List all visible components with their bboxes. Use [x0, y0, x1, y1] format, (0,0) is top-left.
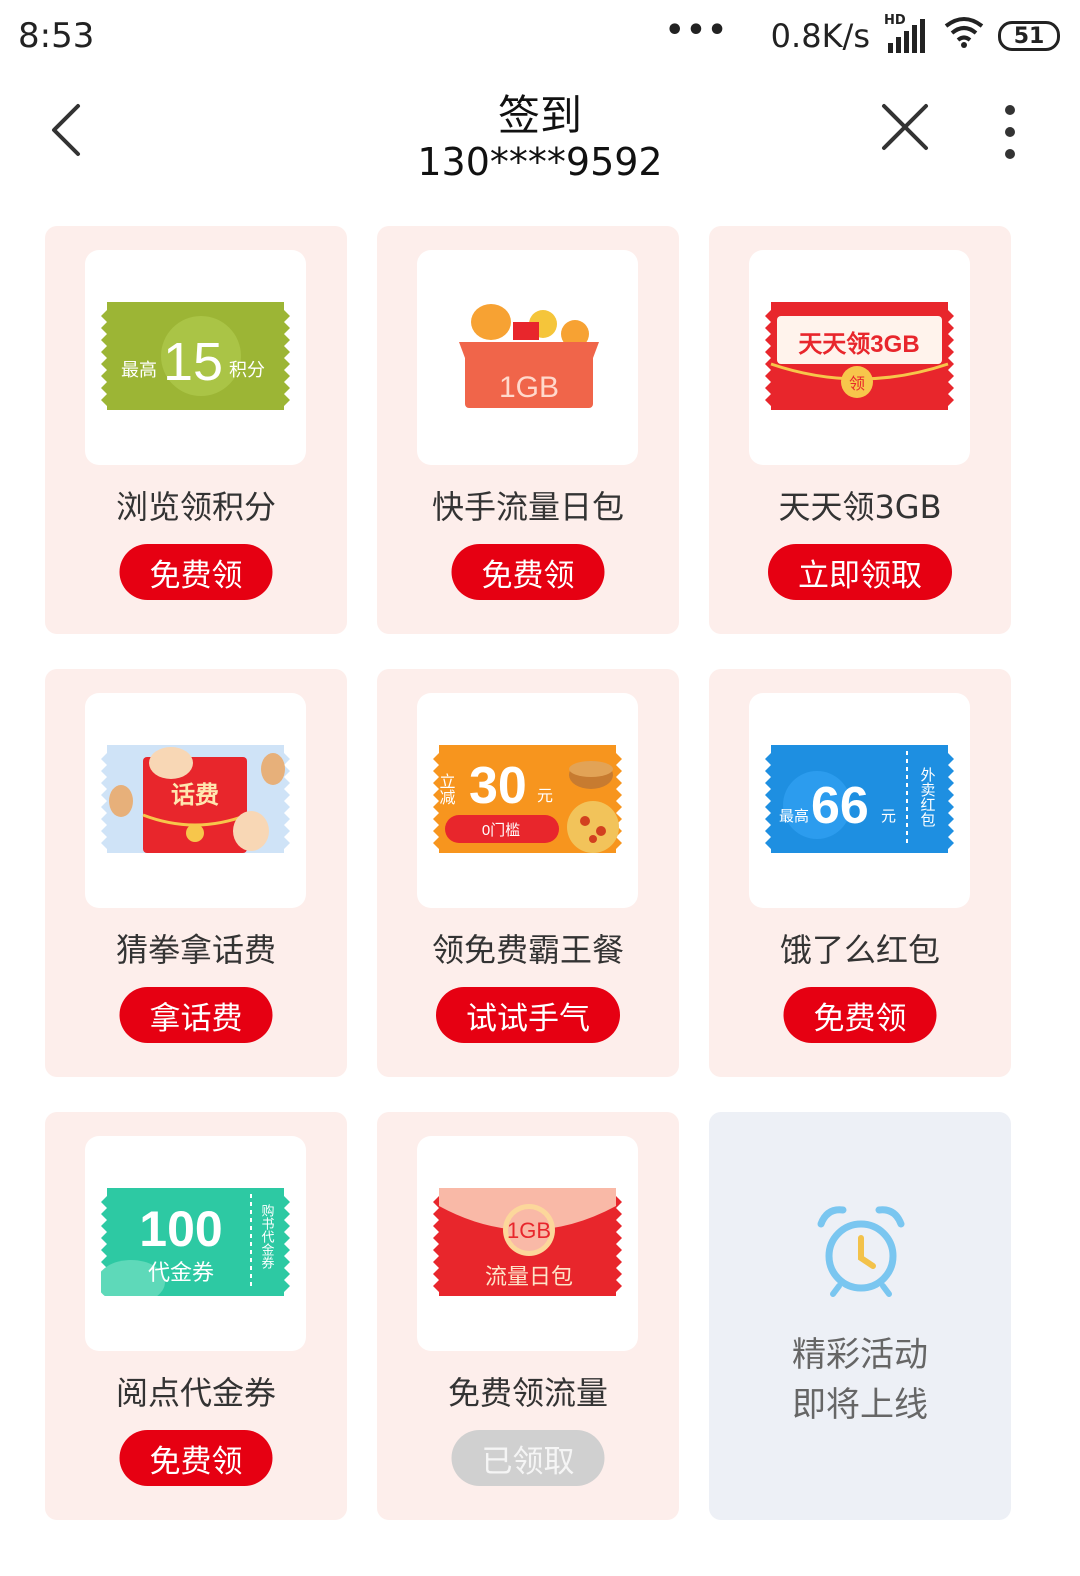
ticket-prefix: 最高: [121, 360, 157, 380]
gift-box-icon: 1GB: [459, 304, 599, 408]
red-envelope-icon: 天天领3GB 领: [765, 302, 954, 410]
coming-soon-line1: 精彩活动: [792, 1335, 928, 1375]
alarm-clock-icon: [817, 1206, 905, 1297]
card-thumbnail: 天天领3GB 领: [749, 250, 970, 465]
battery-icon: 51: [998, 21, 1060, 51]
card-thumbnail: 100 代金券 购书代金券: [85, 1136, 306, 1351]
card-title: 阅点代金券: [115, 1374, 276, 1412]
card-title: 领免费霸王餐: [431, 931, 624, 969]
status-indicators: ••• 0.8K/s HD 51: [665, 12, 1060, 58]
activity-card-rps[interactable]: 话费 猜拳拿话费 拿话费: [45, 669, 347, 1077]
more-dots-icon: •••: [665, 12, 729, 48]
food-coupon-icon: 立减 30 元 0门槛: [433, 745, 622, 853]
activity-card-points[interactable]: 最高 15 积分 浏览领积分 免费领: [45, 226, 347, 634]
book-voucher-icon: 100 代金券 购书代金券: [101, 1188, 290, 1296]
card-title: 天天领3GB: [778, 488, 942, 526]
claim-button[interactable]: 免费领: [119, 544, 273, 600]
signal-hd-label: HD: [884, 13, 906, 28]
card-thumbnail: 话费: [85, 693, 306, 908]
claim-button[interactable]: 拿话费: [119, 987, 273, 1043]
ticket-number: 15: [163, 332, 223, 392]
ticket-suffix: 元: [537, 788, 553, 805]
card-title: 猜拳拿话费: [115, 931, 276, 969]
claim-button[interactable]: 试试手气: [436, 987, 620, 1043]
network-speed: 0.8K/s: [770, 17, 870, 55]
card-title: 浏览领积分: [115, 488, 276, 526]
card-title: 快手流量日包: [431, 488, 624, 526]
eleme-coupon-icon: 最高 66 元 外卖红包: [765, 745, 954, 853]
ticket-prefix: 立减: [437, 773, 456, 806]
points-ticket-icon: 最高 15 积分: [101, 302, 290, 410]
card-thumbnail: 最高 66 元 外卖红包: [749, 693, 970, 908]
more-vertical-icon[interactable]: [990, 102, 1030, 162]
claim-button[interactable]: 免费领: [451, 544, 605, 600]
ticket-label: 代金券: [148, 1260, 214, 1285]
ticket-side: 外卖红包: [919, 767, 936, 827]
ticket-seal: 领: [849, 375, 865, 393]
status-time: 8:53: [18, 16, 95, 56]
card-thumbnail: 1GB: [417, 250, 638, 465]
close-icon[interactable]: [876, 102, 934, 154]
activity-card-kuaishou[interactable]: 1GB 快手流量日包 免费领: [377, 226, 679, 634]
card-thumbnail: 最高 15 积分: [85, 250, 306, 465]
activity-card-free-data[interactable]: 1GB 流量日包 免费领流量 已领取: [377, 1112, 679, 1520]
wifi-icon: [944, 16, 984, 56]
signal-icon: HD: [884, 13, 930, 53]
ticket-text: 1GB: [499, 371, 559, 404]
nav-bar: 签到 130****9592: [0, 76, 1080, 200]
coming-soon-line2: 即将上线: [792, 1385, 928, 1425]
claimed-button[interactable]: 已领取: [451, 1430, 605, 1486]
ticket-number: 66: [811, 777, 869, 835]
activity-card-book-voucher[interactable]: 100 代金券 购书代金券 阅点代金券 免费领: [45, 1112, 347, 1520]
claim-button[interactable]: 免费领: [783, 987, 937, 1043]
ticket-number: 30: [469, 757, 527, 815]
rock-paper-scissors-icon: 话费: [101, 745, 290, 853]
ticket-number: 100: [139, 1201, 222, 1257]
status-bar: 8:53 ••• 0.8K/s HD 51: [0, 0, 1080, 76]
ticket-prefix: 最高: [779, 808, 809, 825]
ticket-tag: 0门槛: [482, 822, 520, 839]
card-title: 饿了么红包: [779, 931, 940, 969]
activity-card-eleme[interactable]: 最高 66 元 外卖红包 饿了么红包 免费领: [709, 669, 1011, 1077]
ticket-suffix: 元: [881, 808, 896, 825]
ticket-suffix: 积分: [229, 360, 265, 380]
activity-card-3gb[interactable]: 天天领3GB 领 天天领3GB 立即领取: [709, 226, 1011, 634]
coming-soon-card: 精彩活动 即将上线: [709, 1112, 1011, 1520]
ticket-banner: 天天领3GB: [798, 330, 919, 358]
card-title: 免费领流量: [447, 1374, 608, 1412]
battery-level: 51: [1013, 23, 1045, 49]
ticket-side: 购书代金券: [260, 1203, 275, 1269]
activity-card-free-meal[interactable]: 立减 30 元 0门槛 领免费霸王餐 试试手气: [377, 669, 679, 1077]
coming-soon-text: 精彩活动 即将上线: [709, 1330, 1011, 1430]
ticket-badge: 1GB: [507, 1218, 551, 1243]
claim-button[interactable]: 立即领取: [768, 544, 952, 600]
ticket-text: 话费: [171, 782, 219, 809]
data-envelope-icon: 1GB 流量日包: [433, 1188, 622, 1296]
card-thumbnail: 1GB 流量日包: [417, 1136, 638, 1351]
card-thumbnail: 立减 30 元 0门槛: [417, 693, 638, 908]
claim-button[interactable]: 免费领: [119, 1430, 273, 1486]
ticket-label: 流量日包: [485, 1264, 573, 1289]
